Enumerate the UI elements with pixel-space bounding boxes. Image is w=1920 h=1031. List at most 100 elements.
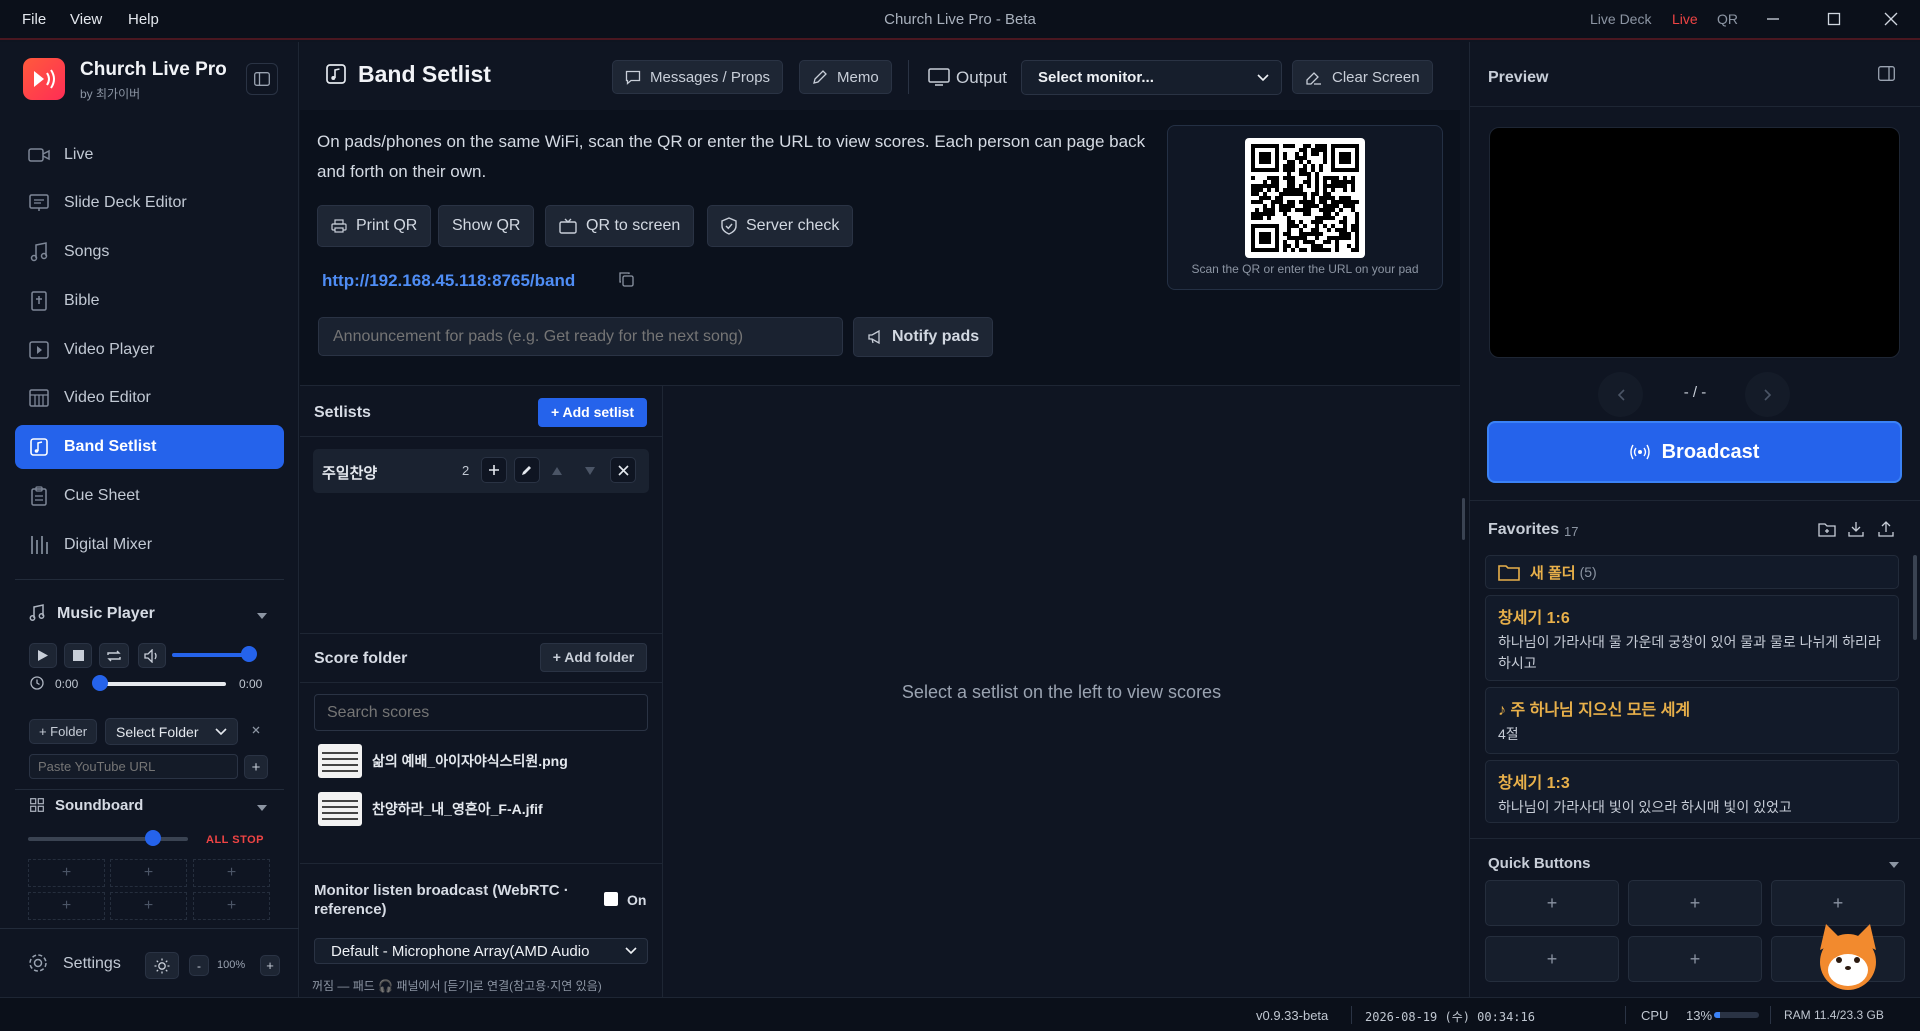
add-folder-score-button[interactable]: + Add folder bbox=[540, 643, 647, 672]
soundboard-volume-slider[interactable] bbox=[28, 830, 188, 848]
mute-button[interactable] bbox=[138, 643, 166, 668]
server-check-button[interactable]: Server check bbox=[707, 205, 854, 247]
sound-slot[interactable]: + bbox=[110, 859, 187, 887]
repeat-button[interactable] bbox=[99, 643, 129, 668]
sound-slot[interactable]: + bbox=[110, 892, 187, 920]
setlist-rename-button[interactable] bbox=[514, 457, 540, 483]
announcement-input[interactable] bbox=[318, 317, 843, 356]
favorite-item-title: 창세기 1:3 bbox=[1498, 775, 1570, 792]
nav-band-setlist[interactable]: Band Setlist bbox=[15, 425, 284, 469]
audio-device-dropdown[interactable]: Default - Microphone Array(AMD Audio bbox=[314, 938, 648, 964]
theme-toggle-button[interactable] bbox=[145, 952, 179, 979]
broadcast-button[interactable]: Broadcast bbox=[1487, 421, 1902, 483]
nav-bible[interactable]: Bible bbox=[15, 279, 284, 323]
close-window-button[interactable] bbox=[1873, 6, 1909, 34]
zoom-in-button[interactable]: + bbox=[260, 955, 280, 976]
toggle-right-panel-button[interactable] bbox=[1878, 66, 1895, 84]
minimize-button[interactable] bbox=[1755, 6, 1791, 34]
play-button[interactable] bbox=[29, 643, 57, 668]
quick-buttons-collapse-button[interactable] bbox=[1888, 857, 1900, 873]
memo-button[interactable]: Memo bbox=[799, 60, 892, 94]
setlist-move-down-button[interactable] bbox=[584, 463, 596, 479]
qr-link[interactable]: QR bbox=[1717, 11, 1738, 27]
live-link[interactable]: Live bbox=[1672, 11, 1698, 27]
qr-to-screen-button[interactable]: QR to screen bbox=[545, 205, 695, 247]
quick-button-slot[interactable]: + bbox=[1628, 936, 1762, 982]
clear-screen-button[interactable]: Clear Screen bbox=[1292, 60, 1433, 94]
menu-help[interactable]: Help bbox=[128, 11, 159, 28]
qr-module bbox=[1323, 152, 1327, 156]
volume-slider[interactable] bbox=[172, 646, 268, 664]
sound-slot[interactable]: + bbox=[28, 859, 105, 887]
music-player-collapse-button[interactable] bbox=[256, 608, 268, 624]
export-favorites-button[interactable] bbox=[1878, 521, 1894, 540]
track-progress-knob[interactable] bbox=[92, 675, 108, 691]
nav-digital-mixer[interactable]: Digital Mixer bbox=[15, 523, 284, 567]
setlist-add-song-button[interactable] bbox=[481, 457, 507, 483]
collapse-sidebar-button[interactable] bbox=[246, 63, 278, 95]
menu-view[interactable]: View bbox=[70, 11, 102, 28]
score-file-item[interactable]: 삶의 예배_아이자야식스티원.png bbox=[318, 741, 648, 781]
nav-video-player[interactable]: Video Player bbox=[15, 328, 284, 372]
track-progress-slider[interactable] bbox=[92, 675, 226, 693]
qr-module bbox=[1291, 176, 1295, 180]
score-search-input[interactable] bbox=[314, 694, 648, 731]
maximize-button[interactable] bbox=[1816, 6, 1852, 34]
qr-module bbox=[1339, 180, 1343, 184]
favorite-item[interactable]: ♪ 주 하나님 지으신 모든 세계 4절 bbox=[1485, 687, 1899, 754]
add-youtube-button[interactable]: + bbox=[244, 755, 268, 779]
copy-url-button[interactable] bbox=[618, 271, 634, 290]
volume-slider-knob[interactable] bbox=[241, 646, 257, 662]
monitor-on-checkbox[interactable] bbox=[604, 892, 618, 906]
messages-props-button[interactable]: Messages / Props bbox=[612, 60, 784, 94]
sound-slot[interactable]: + bbox=[28, 892, 105, 920]
favorite-item[interactable]: 창세기 1:6 하나님이 가라사대 물 가운데 궁창이 있어 물과 물로 나뉘게… bbox=[1485, 595, 1899, 681]
quick-button-slot[interactable]: + bbox=[1485, 880, 1619, 926]
nav-slide-deck-editor[interactable]: Slide Deck Editor bbox=[15, 181, 284, 225]
all-stop-button[interactable]: ALL STOP bbox=[206, 834, 264, 846]
preview-next-button[interactable] bbox=[1745, 372, 1790, 417]
menu-file[interactable]: File bbox=[22, 11, 46, 28]
favorite-item[interactable]: 창세기 1:3 하나님이 가라사대 빛이 있으라 하시매 빛이 있었고 bbox=[1485, 760, 1899, 823]
settings-button[interactable]: Settings bbox=[63, 955, 121, 973]
qr-code-image bbox=[1251, 144, 1359, 252]
add-folder-button[interactable]: + Folder bbox=[29, 719, 97, 744]
band-url-link[interactable]: http://192.168.45.118:8765/band bbox=[322, 271, 575, 291]
score-file-item[interactable]: 찬양하라_내_영혼아_F-A.jfif bbox=[318, 789, 648, 829]
preview-prev-button[interactable] bbox=[1598, 372, 1643, 417]
new-folder-button[interactable] bbox=[1818, 521, 1836, 540]
zoom-out-button[interactable]: - bbox=[189, 955, 209, 976]
clear-folder-button[interactable] bbox=[249, 721, 263, 739]
sound-slot[interactable]: + bbox=[193, 892, 270, 920]
qr-module bbox=[1343, 236, 1347, 240]
nav-cue-sheet[interactable]: Cue Sheet bbox=[15, 474, 284, 518]
soundboard-volume-knob[interactable] bbox=[145, 830, 161, 846]
nav-live[interactable]: Live bbox=[15, 133, 284, 177]
notify-pads-button[interactable]: Notify pads bbox=[853, 317, 994, 357]
live-deck-link[interactable]: Live Deck bbox=[1590, 11, 1651, 27]
youtube-url-input[interactable] bbox=[29, 754, 238, 779]
quick-button-slot[interactable]: + bbox=[1485, 936, 1619, 982]
qr-module bbox=[1315, 144, 1319, 148]
quick-button-slot[interactable]: + bbox=[1628, 880, 1762, 926]
select-folder-dropdown[interactable]: Select Folder bbox=[105, 718, 238, 745]
add-setlist-button[interactable]: + Add setlist bbox=[538, 398, 647, 427]
setlist-item-name: 주일찬양 bbox=[322, 465, 378, 482]
soundboard-collapse-button[interactable] bbox=[256, 800, 268, 816]
setlist-move-up-button[interactable] bbox=[551, 463, 563, 479]
print-qr-button[interactable]: Print QR bbox=[317, 205, 432, 247]
stop-button[interactable] bbox=[64, 643, 92, 668]
sound-slot[interactable]: + bbox=[193, 859, 270, 887]
qr-module bbox=[1319, 232, 1323, 236]
nav-songs[interactable]: Songs bbox=[15, 230, 284, 274]
fox-mascot[interactable] bbox=[1812, 920, 1884, 992]
qr-module bbox=[1319, 168, 1323, 172]
setlist-delete-button[interactable] bbox=[610, 457, 636, 483]
show-qr-button[interactable]: Show QR bbox=[438, 205, 535, 247]
monitor-select-dropdown[interactable]: Select monitor... bbox=[1021, 60, 1282, 95]
import-favorites-button[interactable] bbox=[1848, 521, 1864, 540]
favorites-folder[interactable]: 새 폴더 (5) bbox=[1485, 555, 1899, 589]
favorites-scrollbar[interactable] bbox=[1913, 555, 1917, 640]
nav-video-editor[interactable]: Video Editor bbox=[15, 376, 284, 420]
panel-resize-handle[interactable] bbox=[1462, 498, 1465, 540]
